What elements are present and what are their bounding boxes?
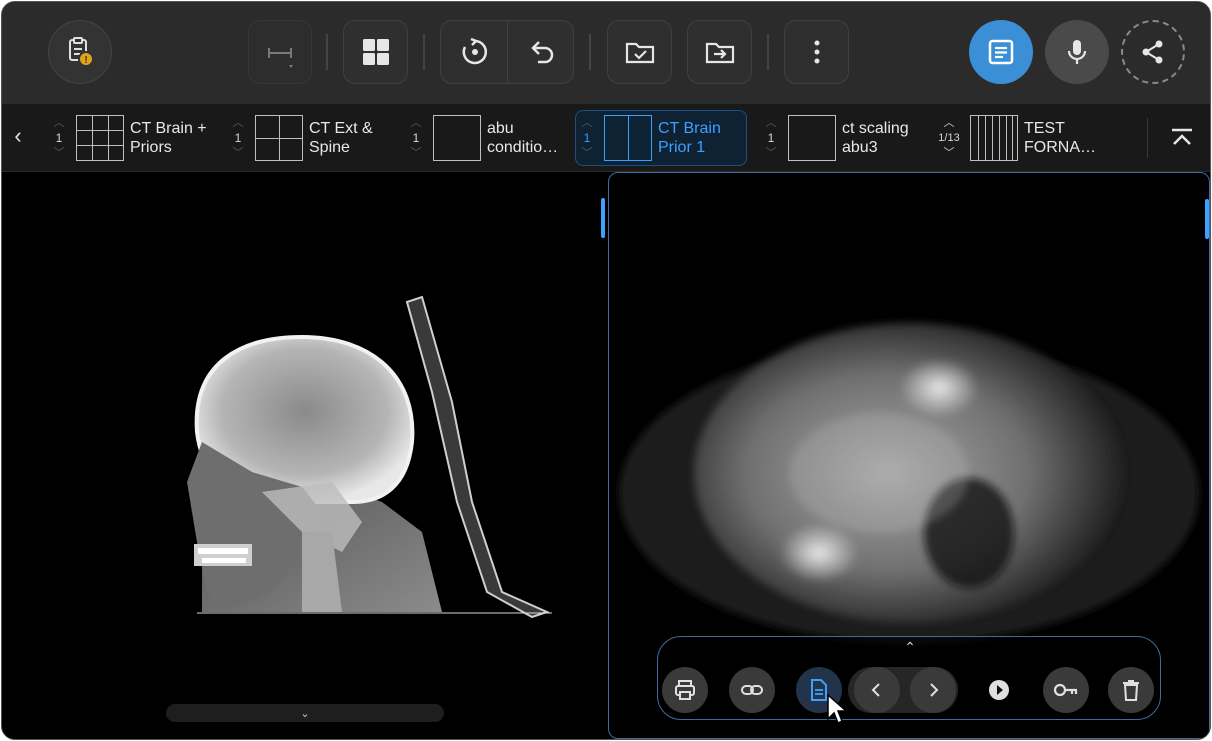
- viewport-action-bar: ⌃: [657, 636, 1161, 720]
- layout-thumbnail: [788, 115, 836, 161]
- series-count-stepper[interactable]: ︿ 1 ﹀: [227, 116, 249, 160]
- next-button[interactable]: [910, 667, 956, 713]
- rotate-undo-group: [440, 20, 574, 84]
- series-count: 1: [412, 131, 420, 145]
- expand-action-bar-button[interactable]: ⌃: [902, 639, 918, 656]
- mouse-cursor-icon: [827, 693, 848, 725]
- protocol-item[interactable]: ︿ 1 ﹀ abu conditio…: [405, 110, 558, 166]
- protocol-label: CT Brain + Priors: [130, 120, 207, 156]
- protocol-strip: ‹ ︿ 1 ﹀ CT Brain + Priors ︿ 1 ﹀ CT Ext & Spi…: [2, 104, 1210, 172]
- series-count: 1/13: [938, 132, 960, 144]
- xray-image: [187, 295, 552, 619]
- undo-icon: [530, 41, 553, 64]
- play-cine-button[interactable]: [976, 667, 1022, 713]
- svg-text:!: !: [84, 55, 87, 66]
- layout-thumbnail: [76, 115, 124, 161]
- series-count-stepper[interactable]: ︿ 1 ﹀: [576, 116, 598, 160]
- folder-check-icon: [625, 42, 654, 64]
- protocol-item-active[interactable]: ︿ 1 ﹀ CT Brain Prior 1: [575, 110, 747, 166]
- key-images-button[interactable]: [1043, 667, 1089, 713]
- series-count-stepper[interactable]: ︿ 1 ﹀: [405, 116, 427, 160]
- export-study-button[interactable]: [687, 20, 752, 84]
- series-expand-bar[interactable]: ⌄: [166, 704, 444, 722]
- previous-button[interactable]: [854, 667, 900, 713]
- toolbar-separator: [423, 34, 425, 70]
- clipboard-alert-icon: !: [69, 37, 94, 67]
- protocol-label: ct scaling abu3: [842, 120, 909, 156]
- copy-link-button[interactable]: [729, 667, 775, 713]
- strip-prev-button[interactable]: ‹: [10, 124, 26, 150]
- viewport-left[interactable]: ⌄: [2, 172, 605, 739]
- microphone-icon: [1067, 40, 1087, 64]
- chevron-down-icon: ⌄: [300, 707, 310, 720]
- protocol-label: abu conditio…: [487, 120, 559, 156]
- link-icon: [741, 685, 763, 695]
- trash-icon: [1123, 680, 1139, 701]
- more-vertical-icon: [814, 40, 819, 64]
- protocol-item[interactable]: ︿ 1 ﹀ CT Ext & Spine: [227, 110, 373, 166]
- share-button[interactable]: [1121, 20, 1185, 84]
- measure-button[interactable]: [248, 20, 312, 84]
- strip-divider: [1147, 118, 1148, 158]
- series-count-stepper[interactable]: ︿ 1/13 ﹀: [934, 116, 964, 160]
- key-icon: [1053, 683, 1078, 697]
- collapse-strip-button[interactable]: [1168, 122, 1196, 152]
- report-icon: [988, 39, 1014, 65]
- protocol-item[interactable]: ︿ 1 ﹀ ct scaling abu3: [760, 110, 909, 166]
- protocol-label: CT Brain Prior 1: [658, 120, 721, 156]
- series-count: 1: [583, 131, 591, 145]
- more-options-button[interactable]: [784, 20, 849, 84]
- undo-button[interactable]: [508, 21, 575, 83]
- collapse-up-icon: [1172, 128, 1192, 145]
- protocol-label: TEST FORNA…: [1024, 120, 1096, 156]
- toolbar-separator: [767, 34, 769, 70]
- chevron-right-icon: [930, 683, 939, 697]
- toolbar-separator: [589, 34, 591, 70]
- series-count-stepper[interactable]: ︿ 1 ﹀: [760, 116, 782, 160]
- play-icon: [989, 680, 1009, 700]
- layout-thumbnail: [255, 115, 303, 161]
- viewer-app: ! ‹ ︿ 1 ﹀ CT Brain + Priors ︿ 1 ﹀ CT Ext…: [1, 1, 1211, 740]
- toolbar-separator: [326, 34, 328, 70]
- report-button[interactable]: [969, 20, 1033, 84]
- layout-thumbnail: [433, 115, 481, 161]
- layout-thumbnail: [970, 115, 1018, 161]
- print-button[interactable]: [662, 667, 708, 713]
- layout-grid-icon: [362, 39, 389, 65]
- delete-button[interactable]: [1108, 667, 1154, 713]
- series-count: 1: [234, 131, 242, 145]
- dictation-button[interactable]: [1045, 20, 1109, 84]
- rotate-icon: [462, 37, 487, 65]
- share-icon: [1142, 40, 1163, 64]
- protocol-item[interactable]: ︿ 1/13 ﹀ TEST FORNA…: [934, 110, 1096, 166]
- print-icon: [675, 680, 695, 700]
- folder-export-icon: [705, 42, 734, 64]
- chevron-left-icon: [871, 683, 880, 697]
- top-toolbar: !: [2, 2, 1210, 104]
- protocol-label: CT Ext & Spine: [309, 120, 373, 156]
- series-count: 1: [767, 131, 775, 145]
- protocol-item[interactable]: ︿ 1 ﹀ CT Brain + Priors: [48, 110, 207, 166]
- series-count: 1: [55, 131, 63, 145]
- complete-study-button[interactable]: [607, 20, 672, 84]
- layout-thumbnail: [604, 115, 652, 161]
- rotate-button[interactable]: [441, 21, 508, 83]
- series-count-stepper[interactable]: ︿ 1 ﹀: [48, 116, 70, 160]
- measure-icon: [268, 48, 293, 68]
- worklist-alert-button[interactable]: !: [48, 20, 112, 84]
- layout-button[interactable]: [343, 20, 408, 84]
